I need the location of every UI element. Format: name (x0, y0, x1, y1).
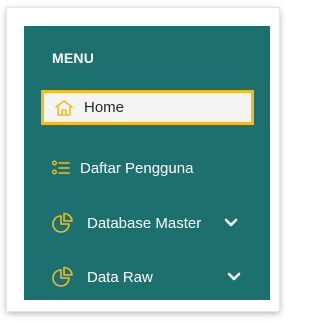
sidebar-item-label: Daftar Pengguna (80, 160, 194, 177)
home-icon (54, 99, 74, 122)
sidebar-item-label: Home (84, 99, 125, 116)
pie-chart-icon (52, 212, 74, 234)
sidebar-item-label: Database Master (87, 215, 202, 232)
sidebar-item-home[interactable]: Home (41, 90, 254, 125)
menu-heading: MENU (52, 50, 95, 66)
chevron-down-icon[interactable] (227, 272, 241, 282)
sidebar-item-database-master[interactable]: Database Master (24, 204, 270, 244)
list-icon (52, 160, 70, 176)
sidebar: MENU Home Daftar Pengguna Database Maste… (24, 26, 270, 300)
pie-chart-icon (52, 266, 74, 288)
sidebar-item-label: Data Raw (87, 269, 153, 286)
sidebar-item-data-raw[interactable]: Data Raw (24, 258, 270, 298)
chevron-down-icon[interactable] (224, 218, 238, 228)
sidebar-item-daftar-pengguna[interactable]: Daftar Pengguna (24, 150, 270, 190)
